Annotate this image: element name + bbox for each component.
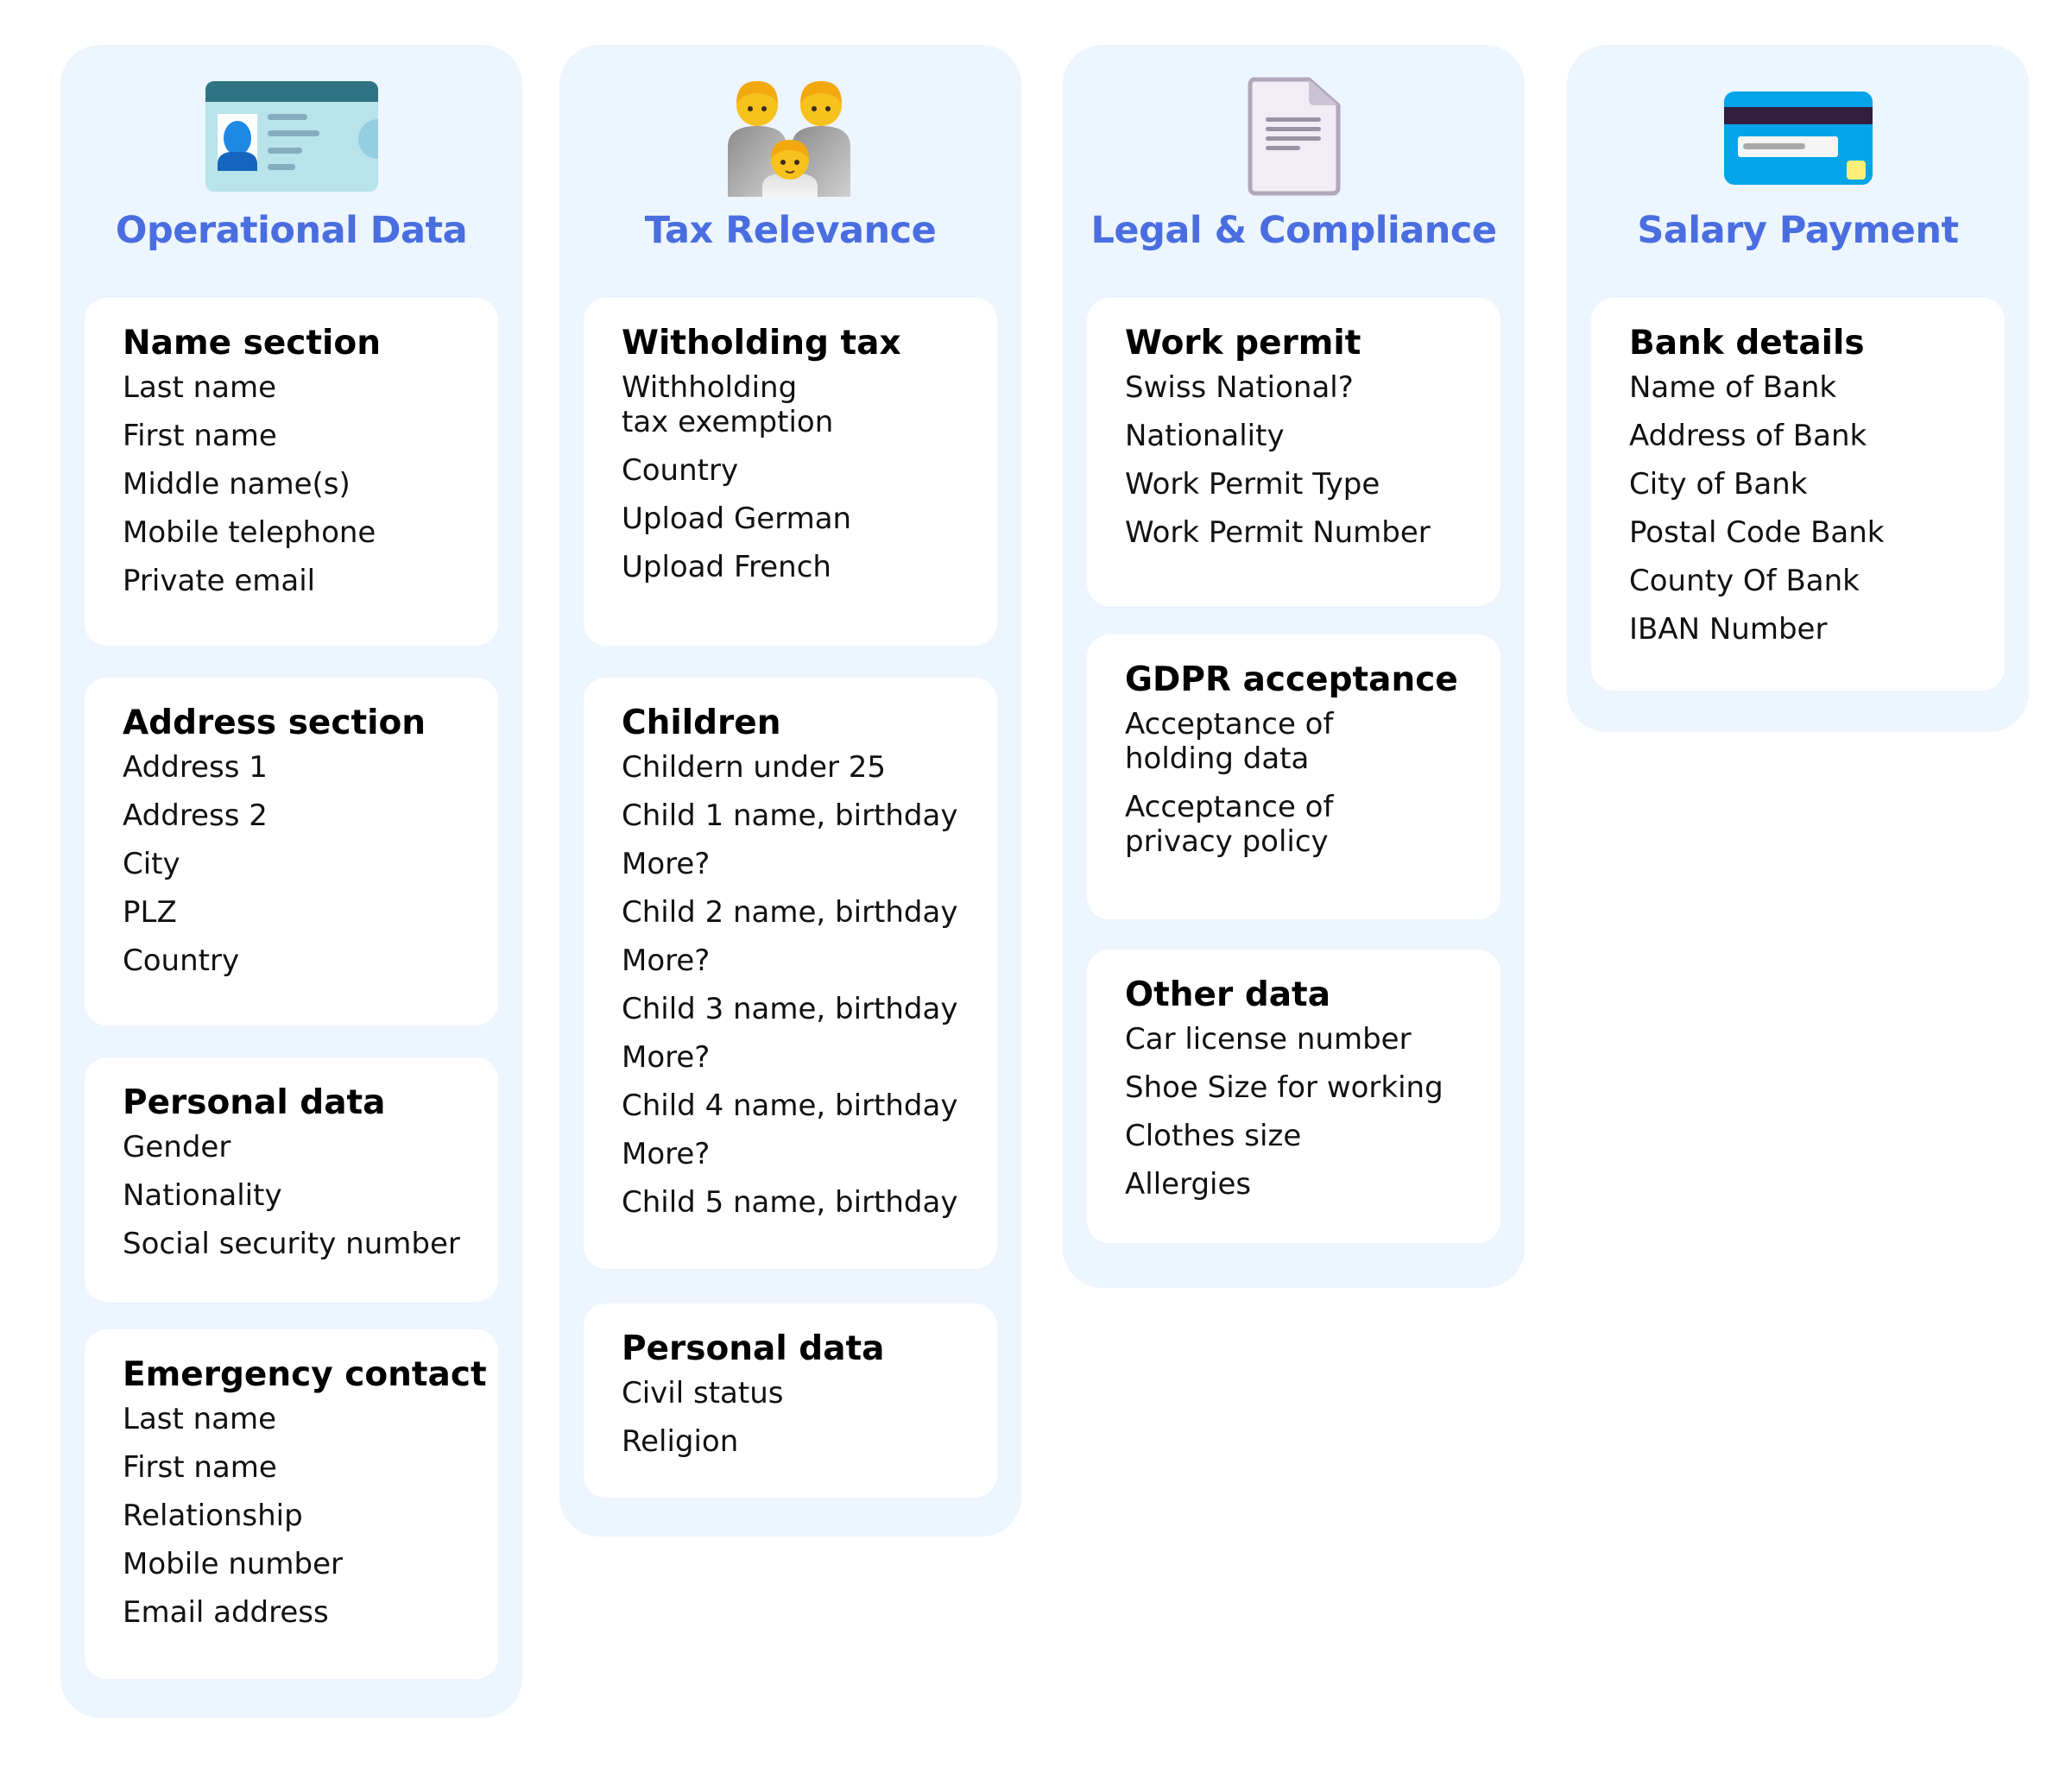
- field-item: Mobile number: [123, 1547, 344, 1581]
- field-item: More?: [622, 847, 711, 881]
- field-item: Child 2 name, birthday: [622, 895, 958, 930]
- id-card-icon: [205, 78, 378, 195]
- column-tax-relevance: Tax Relevance Witholding tax Withholding…: [559, 45, 1021, 1537]
- field-item: Child 3 name, birthday: [622, 992, 958, 1026]
- field-item: Address 1: [123, 750, 268, 785]
- section-card-bank-details: Bank details Name of Bank Address of Ban…: [1591, 298, 2005, 691]
- field-item: Name of Bank: [1629, 370, 1837, 405]
- field-item: Acceptance of holding data: [1125, 707, 1334, 776]
- column-title: Legal & Compliance: [1090, 209, 1497, 252]
- field-item: Child 4 name, birthday: [622, 1089, 958, 1123]
- field-item: Last name: [123, 370, 277, 405]
- field-item: First name: [123, 419, 277, 453]
- section-card-children: Children Childern under 25 Child 1 name,…: [584, 678, 997, 1269]
- column-operational-data: Operational Data Name section Last name …: [60, 45, 522, 1718]
- field-item: Address 2: [123, 798, 268, 833]
- field-item: More?: [622, 943, 711, 978]
- field-item: Relationship: [123, 1499, 303, 1533]
- field-item: More?: [622, 1040, 711, 1075]
- field-item: Car license number: [1125, 1022, 1412, 1057]
- column-title: Tax Relevance: [644, 209, 937, 252]
- field-item: IBAN Number: [1629, 612, 1828, 647]
- field-item: Allergies: [1125, 1167, 1252, 1202]
- field-item: More?: [622, 1137, 711, 1171]
- field-item: City: [123, 847, 180, 881]
- section-card-name: Name section Last name First name Middle…: [85, 298, 498, 646]
- field-item: Gender: [123, 1130, 231, 1164]
- field-item: Shoe Size for working: [1125, 1070, 1443, 1105]
- field-item: Religion: [622, 1424, 739, 1459]
- field-item: Civil status: [622, 1376, 784, 1410]
- field-item: First name: [123, 1450, 277, 1485]
- card-title: Name section: [123, 324, 381, 363]
- card-title: Bank details: [1629, 324, 1865, 363]
- card-title: Personal data: [123, 1083, 386, 1122]
- document-icon: [1208, 77, 1380, 196]
- card-title: GDPR acceptance: [1125, 660, 1458, 699]
- card-title: Work permit: [1125, 324, 1361, 363]
- field-item: Swiss National?: [1125, 370, 1354, 405]
- field-item: County Of Bank: [1629, 564, 1860, 598]
- column-title: Salary Payment: [1637, 209, 1959, 252]
- field-item: Last name: [123, 1402, 277, 1436]
- field-item: Withholding tax exemption: [622, 370, 834, 439]
- card-title: Emergency contact: [123, 1355, 487, 1394]
- column-title: Operational Data: [115, 209, 468, 252]
- card-title: Address section: [123, 704, 426, 742]
- family-icon: [704, 78, 877, 197]
- field-item: Social security number: [123, 1227, 460, 1261]
- field-item: Childern under 25: [622, 750, 887, 785]
- section-card-emergency-contact: Emergency contact Last name First name R…: [85, 1329, 498, 1679]
- field-item: Address of Bank: [1629, 419, 1867, 453]
- card-title: Personal data: [622, 1329, 885, 1368]
- section-card-work-permit: Work permit Swiss National? Nationality …: [1087, 298, 1500, 606]
- field-item: Upload French: [622, 550, 831, 584]
- field-item: Private email: [123, 564, 316, 598]
- field-item: Upload German: [622, 502, 852, 536]
- field-item: Country: [123, 943, 240, 978]
- card-title: Witholding tax: [622, 324, 901, 363]
- card-title: Children: [622, 704, 781, 742]
- credit-card-icon: [1712, 78, 1885, 195]
- column-legal-compliance: Legal & Compliance Work permit Swiss Nat…: [1063, 45, 1525, 1288]
- field-item: Child 5 name, birthday: [622, 1185, 958, 1220]
- field-item: Nationality: [1125, 419, 1285, 453]
- field-item: Country: [622, 453, 739, 488]
- field-item: Work Permit Type: [1125, 467, 1380, 502]
- field-item: Mobile telephone: [123, 515, 376, 550]
- field-item: Work Permit Number: [1125, 515, 1431, 550]
- field-item: Email address: [123, 1595, 329, 1630]
- section-card-gdpr-acceptance: GDPR acceptance Acceptance of holding da…: [1087, 634, 1500, 919]
- field-item: Acceptance of privacy policy: [1125, 790, 1334, 859]
- section-card-other-data: Other data Car license number Shoe Size …: [1087, 950, 1500, 1243]
- field-item: Middle name(s): [123, 467, 351, 502]
- field-item: City of Bank: [1629, 467, 1808, 502]
- field-item: PLZ: [123, 895, 177, 930]
- section-card-withholding-tax: Witholding tax Withholding tax exemption…: [584, 298, 997, 646]
- field-item: Postal Code Bank: [1629, 515, 1885, 550]
- field-item: Nationality: [123, 1178, 282, 1213]
- section-card-address: Address section Address 1 Address 2 City…: [85, 678, 498, 1025]
- section-card-personal-data: Personal data Gender Nationality Social …: [85, 1057, 498, 1302]
- section-card-personal-data: Personal data Civil status Religion: [584, 1303, 997, 1498]
- column-salary-payment: Salary Payment Bank details Name of Bank…: [1567, 45, 2029, 732]
- field-item: Clothes size: [1125, 1119, 1302, 1153]
- field-item: Child 1 name, birthday: [622, 798, 958, 833]
- card-title: Other data: [1125, 975, 1331, 1014]
